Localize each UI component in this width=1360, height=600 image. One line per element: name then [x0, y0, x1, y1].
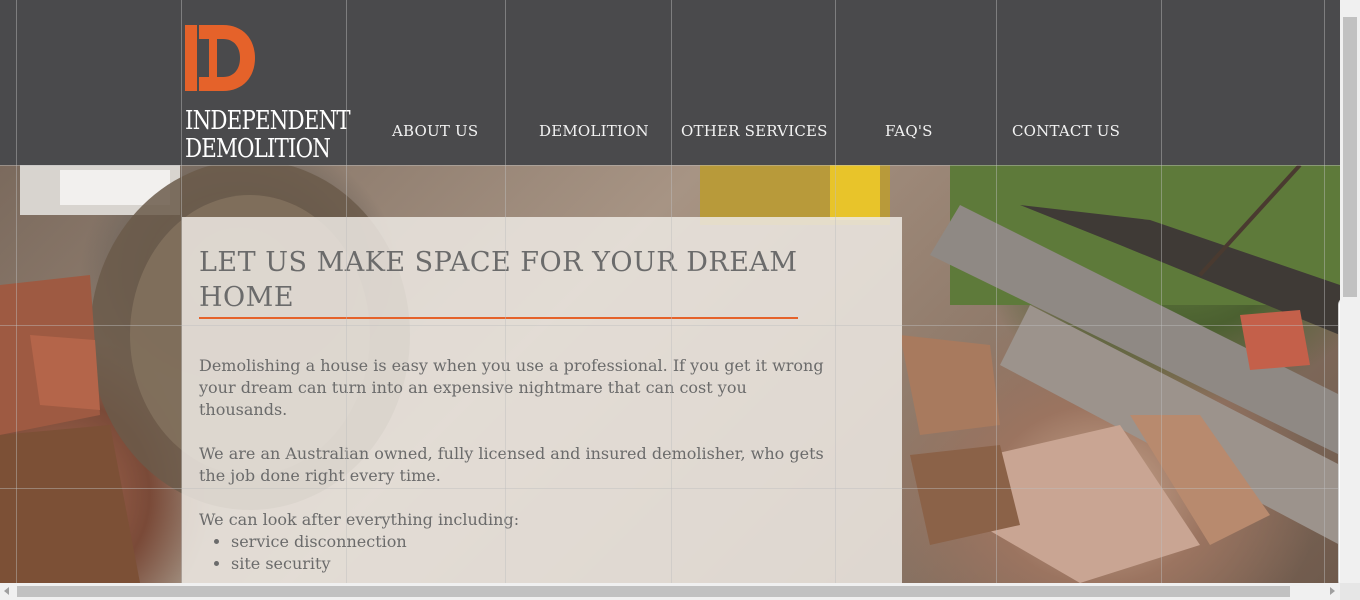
grid-line	[181, 0, 182, 583]
services-intro: We can look after everything including:	[199, 510, 520, 529]
grid-line	[16, 0, 17, 583]
list-item: site security	[231, 553, 839, 575]
services-list: service disconnection site security	[231, 531, 839, 575]
logo-d-mark-icon	[185, 25, 255, 91]
horizontal-scrollbar[interactable]	[0, 583, 1340, 600]
grid-line	[996, 0, 997, 583]
nav-faqs[interactable]: FAQ'S	[885, 122, 933, 140]
grid-line	[835, 0, 836, 583]
hero-paragraph-2: We are an Australian owned, fully licens…	[199, 444, 824, 485]
logo-line-1: INDEPENDENT	[185, 106, 351, 136]
logo-line-2: DEMOLITION	[185, 134, 331, 164]
site-header: INDEPENDENT DEMOLITION ABOUT US DEMOLITI…	[0, 0, 1340, 165]
grid-line	[0, 325, 1340, 326]
grid-line	[0, 488, 1340, 489]
hero-title: LET US MAKE SPACE FOR YOUR DREAM HOME	[199, 247, 798, 313]
grid-line	[1161, 0, 1162, 583]
nav-about-us[interactable]: ABOUT US	[392, 122, 478, 140]
scrollbar-corner	[1340, 583, 1360, 600]
nav-other-services[interactable]: OTHER SERVICES	[681, 122, 828, 140]
grid-line	[1324, 0, 1325, 583]
vertical-scrollbar[interactable]	[1340, 0, 1360, 600]
hero-paragraph-1: Demolishing a house is easy when you use…	[199, 356, 824, 419]
horizontal-scroll-thumb[interactable]	[17, 586, 1290, 597]
grid-line	[0, 165, 1340, 166]
scroll-right-arrow-icon[interactable]	[1330, 587, 1335, 595]
title-underline	[199, 317, 798, 319]
nav-contact-us[interactable]: CONTACT US	[1012, 122, 1120, 140]
grid-line	[671, 0, 672, 583]
vertical-scroll-thumb[interactable]	[1343, 17, 1357, 297]
nav-demolition[interactable]: DEMOLITION	[539, 122, 649, 140]
hero-text-card: LET US MAKE SPACE FOR YOUR DREAM HOME De…	[182, 217, 902, 583]
grid-line	[346, 0, 347, 583]
grid-line	[505, 0, 506, 583]
hero-body: Demolishing a house is easy when you use…	[199, 355, 839, 575]
scroll-up-arrow-icon[interactable]	[1340, 0, 1360, 17]
logo-wordmark: INDEPENDENT DEMOLITION	[185, 106, 351, 164]
hero-section: LET US MAKE SPACE FOR YOUR DREAM HOME De…	[0, 165, 1340, 583]
list-item: service disconnection	[231, 531, 839, 553]
page: INDEPENDENT DEMOLITION ABOUT US DEMOLITI…	[0, 0, 1340, 583]
logo[interactable]: INDEPENDENT DEMOLITION	[185, 25, 351, 163]
scroll-left-arrow-icon[interactable]	[4, 587, 9, 595]
